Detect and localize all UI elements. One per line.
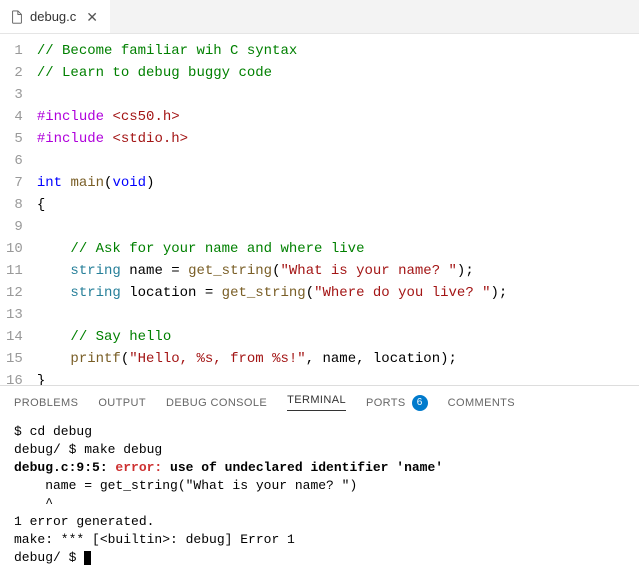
- line-number: 9: [6, 216, 23, 238]
- close-icon[interactable]: ✕: [84, 8, 100, 26]
- file-icon: [10, 10, 24, 24]
- code-line[interactable]: string name = get_string("What is your n…: [37, 260, 639, 282]
- terminal-line: debug/ $ make debug: [14, 441, 625, 459]
- tab-problems[interactable]: PROBLEMS: [14, 397, 78, 409]
- line-number: 7: [6, 172, 23, 194]
- line-number: 15: [6, 348, 23, 370]
- code-line[interactable]: [37, 216, 639, 238]
- terminal-line: debug.c:9:5: error: use of undeclared id…: [14, 459, 625, 477]
- code-line[interactable]: [37, 304, 639, 326]
- code-editor[interactable]: 1234567891011121314151617 // Become fami…: [0, 34, 639, 385]
- line-number: 3: [6, 84, 23, 106]
- code-line[interactable]: }: [37, 370, 639, 385]
- line-number: 10: [6, 238, 23, 260]
- code-line[interactable]: printf("Hello, %s, from %s!", name, loca…: [37, 348, 639, 370]
- line-number: 5: [6, 128, 23, 150]
- code-line[interactable]: {: [37, 194, 639, 216]
- code-line[interactable]: [37, 150, 639, 172]
- terminal-line: ^: [14, 495, 625, 513]
- terminal-line: $ cd debug: [14, 423, 625, 441]
- line-number: 14: [6, 326, 23, 348]
- tab-ports[interactable]: PORTS: [366, 397, 406, 409]
- code-content[interactable]: // Become familiar wih C syntax// Learn …: [37, 40, 639, 385]
- line-number: 13: [6, 304, 23, 326]
- code-line[interactable]: // Ask for your name and where live: [37, 238, 639, 260]
- tab-terminal[interactable]: TERMINAL: [287, 394, 346, 411]
- line-number: 12: [6, 282, 23, 304]
- tab-output[interactable]: OUTPUT: [98, 397, 146, 409]
- terminal-content[interactable]: $ cd debugdebug/ $ make debugdebug.c:9:5…: [0, 415, 639, 579]
- line-number: 4: [6, 106, 23, 128]
- bottom-panel: PROBLEMS OUTPUT DEBUG CONSOLE TERMINAL P…: [0, 385, 639, 579]
- code-line[interactable]: string location = get_string("Where do y…: [37, 282, 639, 304]
- line-number: 11: [6, 260, 23, 282]
- ports-badge: 6: [412, 395, 428, 411]
- editor-tab-label: debug.c: [30, 9, 76, 24]
- code-line[interactable]: // Learn to debug buggy code: [37, 62, 639, 84]
- tab-comments[interactable]: COMMENTS: [448, 397, 515, 409]
- line-number: 6: [6, 150, 23, 172]
- editor-tabbar: debug.c ✕: [0, 0, 639, 34]
- code-line[interactable]: // Say hello: [37, 326, 639, 348]
- code-line[interactable]: [37, 84, 639, 106]
- tab-debug-console[interactable]: DEBUG CONSOLE: [166, 397, 267, 409]
- line-number: 1: [6, 40, 23, 62]
- terminal-line: name = get_string("What is your name? "): [14, 477, 625, 495]
- code-line[interactable]: #include <cs50.h>: [37, 106, 639, 128]
- line-number-gutter: 1234567891011121314151617: [0, 40, 37, 385]
- code-line[interactable]: #include <stdio.h>: [37, 128, 639, 150]
- code-line[interactable]: // Become familiar wih C syntax: [37, 40, 639, 62]
- editor-tab-debug-c[interactable]: debug.c ✕: [0, 0, 110, 33]
- code-line[interactable]: int main(void): [37, 172, 639, 194]
- panel-tabs: PROBLEMS OUTPUT DEBUG CONSOLE TERMINAL P…: [0, 386, 639, 415]
- line-number: 16: [6, 370, 23, 385]
- terminal-line: make: *** [<builtin>: debug] Error 1: [14, 531, 625, 549]
- line-number: 2: [6, 62, 23, 84]
- terminal-line: 1 error generated.: [14, 513, 625, 531]
- terminal-line: debug/ $: [14, 549, 625, 567]
- line-number: 8: [6, 194, 23, 216]
